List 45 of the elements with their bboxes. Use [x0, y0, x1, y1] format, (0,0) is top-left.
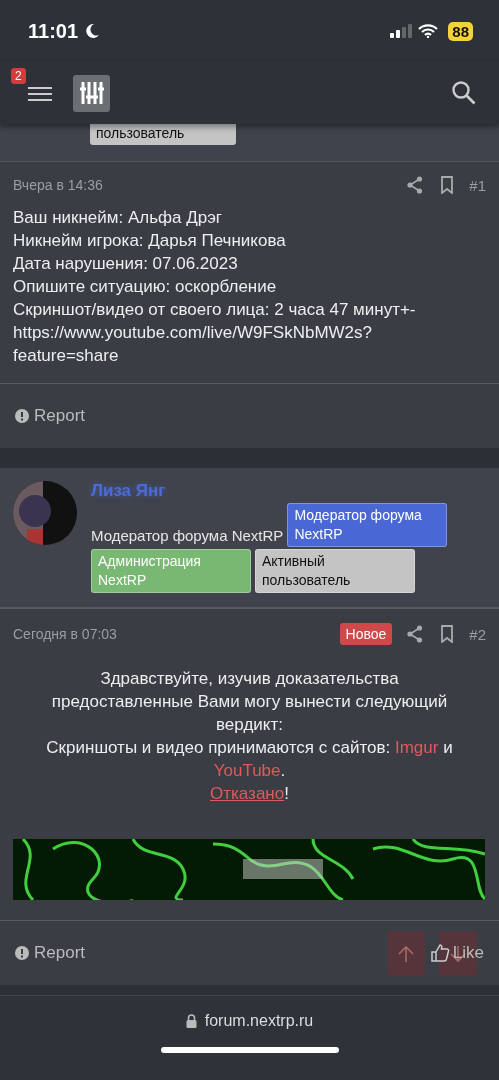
user-badge: Администрация NextRP [91, 549, 251, 593]
lock-icon [185, 1014, 197, 1028]
post-text: Дата нарушения: 07.06.2023 [13, 253, 239, 275]
report-link[interactable]: Report [15, 943, 86, 963]
notification-badge: 2 [11, 68, 26, 84]
search-button[interactable] [451, 80, 477, 106]
post-text: Отказано! [209, 783, 290, 805]
post-text: Никнейм игрока: Дарья Печникова [13, 230, 287, 252]
bookmark-icon[interactable] [440, 625, 455, 643]
signal-icon [390, 24, 413, 38]
text-link[interactable]: YouTube [213, 761, 281, 780]
new-label: Новое [339, 623, 393, 645]
user-badge: Активный пользователь [255, 549, 415, 593]
text-link[interactable]: Imgur [394, 738, 439, 757]
post-number[interactable]: #2 [469, 625, 486, 643]
share-icon[interactable] [407, 176, 424, 194]
status-time: 11:01 [28, 19, 79, 43]
post-date[interactable]: Вчера в 14:36 [13, 177, 103, 193]
like-button[interactable]: Like [429, 943, 484, 963]
logo-button[interactable] [73, 74, 110, 112]
text-link[interactable]: Отказано [210, 784, 285, 803]
post-text: Скриншот/видео от своего лица: 2 часа 47 минут+- https://www.youtube.com/live/W9FSkNbMW2s?feature=share [13, 299, 417, 367]
sliders-icon [78, 80, 105, 106]
address-url[interactable]: forum.nextrp.ru [204, 1012, 314, 1030]
search-icon [451, 80, 477, 106]
report-link[interactable]: Report [15, 406, 86, 426]
post-text: Скриншоты и видео принимаются с сайтов: Imgur и YouTube. [45, 737, 454, 782]
user-badge: Модератор форума NextRP [287, 503, 448, 547]
user-badge: пользователь [90, 124, 236, 145]
alert-icon [15, 409, 29, 423]
share-icon[interactable] [407, 625, 424, 643]
moon-icon [84, 23, 101, 39]
arrow-up-icon [396, 943, 416, 964]
post-text: Ваш никнейм: Альфа Дрэг [13, 207, 224, 229]
bookmark-icon[interactable] [440, 176, 455, 194]
battery-level: 88 [448, 21, 473, 41]
post-date[interactable]: Сегодня в 07:03 [13, 626, 117, 642]
post-text: Здравствуйте, изучив доказательства предоставленные Вами могу вынести следующий вердикт: [50, 668, 449, 736]
post-text: Опишите ситуацию: оскорбление [13, 276, 278, 298]
wifi-icon [418, 24, 439, 38]
thumbs-up-icon [429, 943, 450, 963]
alert-icon [15, 946, 29, 960]
user-title: Модератор форума NextRP [91, 527, 284, 546]
author-name[interactable]: Лиза Янг [91, 481, 487, 501]
post-number[interactable]: #1 [469, 176, 486, 194]
